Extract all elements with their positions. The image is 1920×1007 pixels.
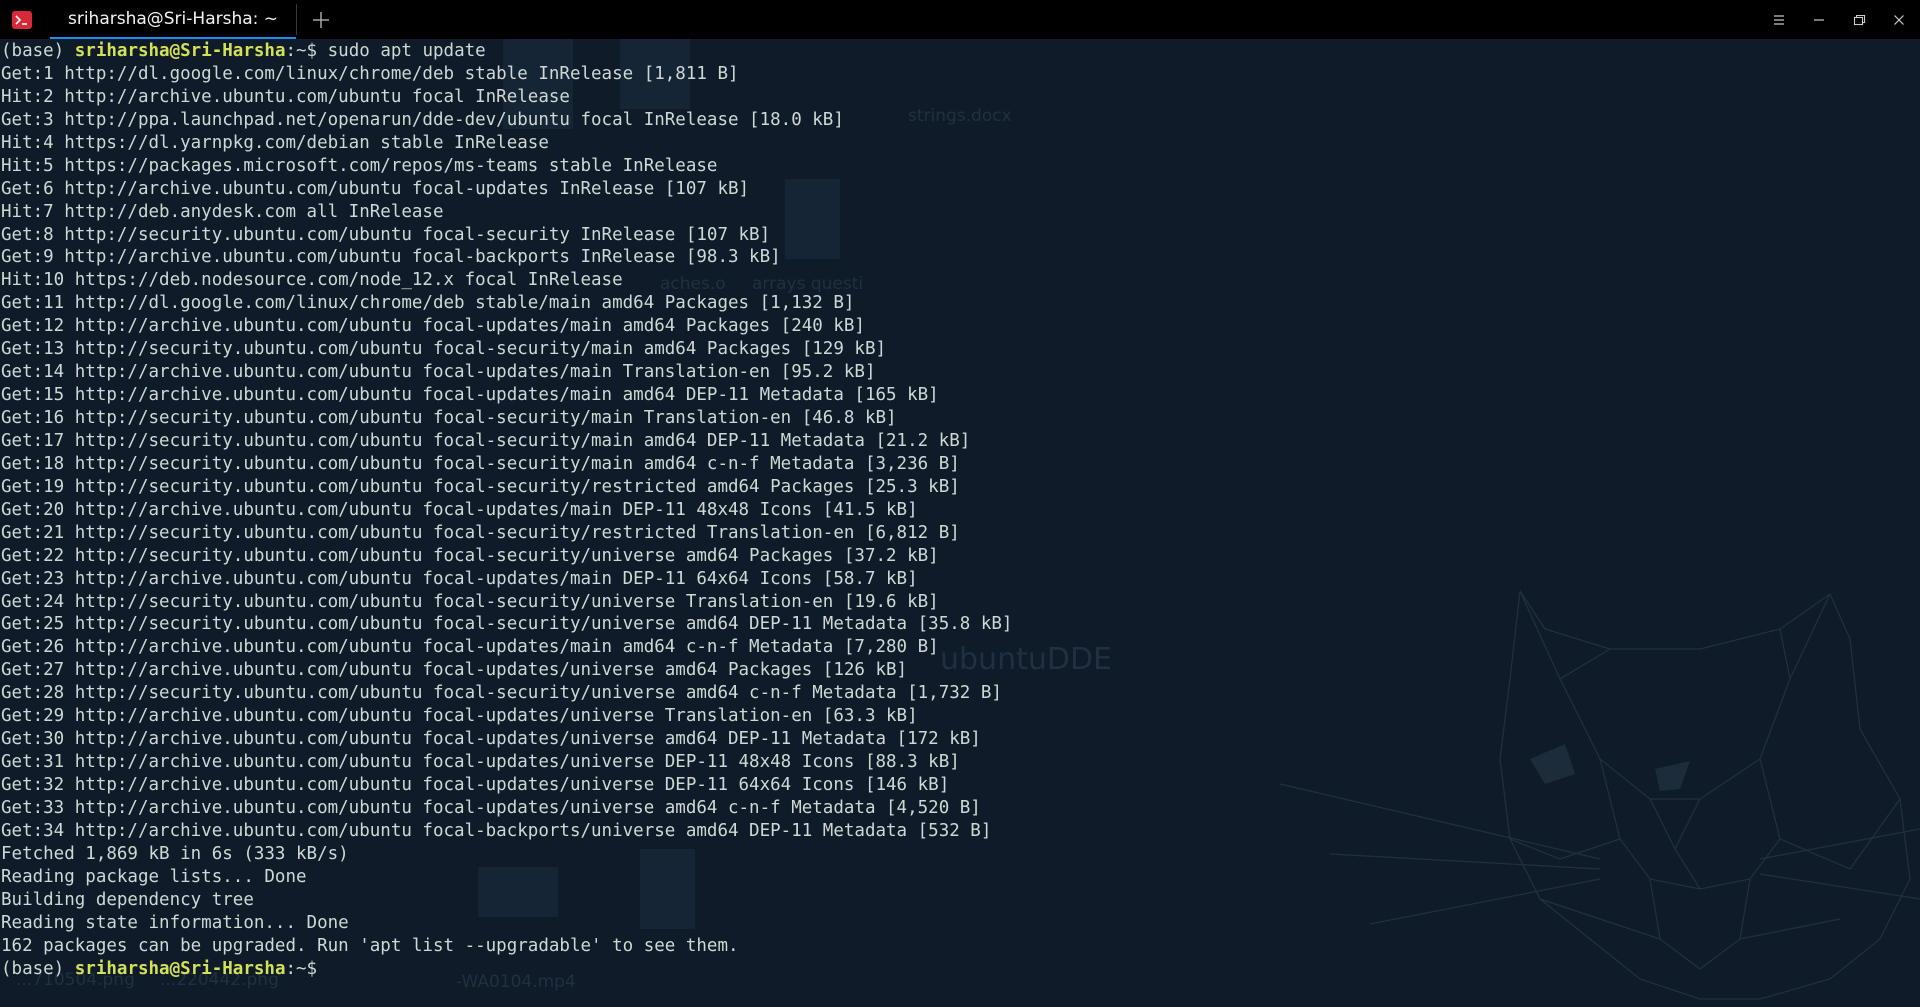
output-line: Reading package lists... Done (1, 866, 307, 887)
output-line: Get:8 http://security.ubuntu.com/ubuntu … (1, 224, 771, 245)
output-line: Get:17 http://security.ubuntu.com/ubuntu… (1, 430, 971, 451)
prompt-line: (base) sriharsha@Sri-Harsha:~$ sudo apt … (1, 40, 1920, 63)
output-line: Hit:7 http://deb.anydesk.com all InRelea… (1, 201, 444, 222)
output-line: Get:22 http://security.ubuntu.com/ubuntu… (1, 545, 939, 566)
output-line: Get:27 http://archive.ubuntu.com/ubuntu … (1, 660, 908, 681)
minimize-icon[interactable] (1806, 7, 1832, 33)
output-line: Get:29 http://archive.ubuntu.com/ubuntu … (1, 706, 918, 727)
tab-terminal-session[interactable]: sriharsha@Sri-Harsha: ~ (50, 0, 296, 39)
output-line: Get:1 http://dl.google.com/linux/chrome/… (1, 63, 739, 84)
prompt-user-host: sriharsha@Sri-Harsha (74, 958, 286, 979)
output-line: Get:20 http://archive.ubuntu.com/ubuntu … (1, 499, 918, 520)
maximize-icon[interactable] (1846, 7, 1872, 33)
title-bar: sriharsha@Sri-Harsha: ~ (0, 0, 1920, 39)
conda-env: (base) (1, 41, 75, 61)
output-line: Get:32 http://archive.ubuntu.com/ubuntu … (1, 775, 950, 795)
output-line: Get:16 http://security.ubuntu.com/ubuntu… (1, 408, 897, 428)
output-line: Hit:4 https://dl.yarnpkg.com/debian stab… (1, 132, 549, 153)
output-line: Hit:2 http://archive.ubuntu.com/ubuntu f… (1, 86, 570, 107)
output-line: Get:15 http://archive.ubuntu.com/ubuntu … (1, 385, 939, 406)
prompt-path: :~$ (285, 41, 328, 61)
output-line: Get:13 http://security.ubuntu.com/ubuntu… (1, 339, 887, 360)
terminal-output[interactable]: (base) sriharsha@Sri-Harsha:~$ sudo apt … (0, 40, 1920, 1000)
output-line: Get:6 http://archive.ubuntu.com/ubuntu f… (1, 178, 750, 199)
output-line: Get:25 http://security.ubuntu.com/ubuntu… (1, 614, 1013, 635)
terminal-icon (12, 11, 32, 29)
output-line: Get:9 http://archive.ubuntu.com/ubuntu f… (1, 247, 781, 268)
close-icon[interactable] (1886, 7, 1912, 33)
output-line: Get:30 http://archive.ubuntu.com/ubuntu … (1, 729, 981, 750)
new-tab-icon[interactable] (306, 5, 336, 35)
output-line: 162 packages can be upgraded. Run 'apt l… (1, 935, 739, 956)
output-line: Get:23 http://archive.ubuntu.com/ubuntu … (1, 568, 918, 589)
output-line: Get:14 http://archive.ubuntu.com/ubuntu … (1, 362, 876, 383)
output-line: Get:11 http://dl.google.com/linux/chrome… (1, 293, 855, 314)
active-tab-indicator (50, 37, 296, 39)
prompt-line[interactable]: (base) sriharsha@Sri-Harsha:~$ (1, 958, 1920, 981)
output-line: Hit:5 https://packages.microsoft.com/rep… (1, 155, 718, 176)
output-line: Reading state information... Done (1, 912, 349, 933)
output-line: Building dependency tree (1, 889, 254, 910)
output-line: Get:12 http://archive.ubuntu.com/ubuntu … (1, 316, 865, 337)
output-line: Get:24 http://security.ubuntu.com/ubuntu… (1, 591, 939, 612)
conda-env: (base) (1, 958, 75, 979)
tab-divider (296, 4, 297, 35)
output-line: Hit:10 https://deb.nodesource.com/node_1… (1, 270, 623, 291)
output-line: Get:3 http://ppa.launchpad.net/openarun/… (1, 109, 844, 130)
output-line: Fetched 1,869 kB in 6s (333 kB/s) (1, 843, 349, 864)
output-line: Get:26 http://archive.ubuntu.com/ubuntu … (1, 637, 939, 658)
command-text: sudo apt update (327, 41, 486, 61)
prompt-path: :~$ (285, 958, 328, 979)
output-line: Get:18 http://security.ubuntu.com/ubuntu… (1, 453, 960, 474)
output-line: Get:21 http://security.ubuntu.com/ubuntu… (1, 522, 960, 543)
output-line: Get:31 http://archive.ubuntu.com/ubuntu … (1, 752, 960, 773)
output-line: Get:34 http://archive.ubuntu.com/ubuntu … (1, 820, 992, 841)
menu-icon[interactable] (1766, 7, 1792, 33)
output-line: Get:28 http://security.ubuntu.com/ubuntu… (1, 683, 1002, 704)
output-line: Get:19 http://security.ubuntu.com/ubuntu… (1, 476, 960, 497)
command-output: Get:1 http://dl.google.com/linux/chrome/… (0, 63, 1920, 958)
output-line: Get:33 http://archive.ubuntu.com/ubuntu … (1, 797, 981, 818)
prompt-user-host: sriharsha@Sri-Harsha (74, 41, 286, 61)
